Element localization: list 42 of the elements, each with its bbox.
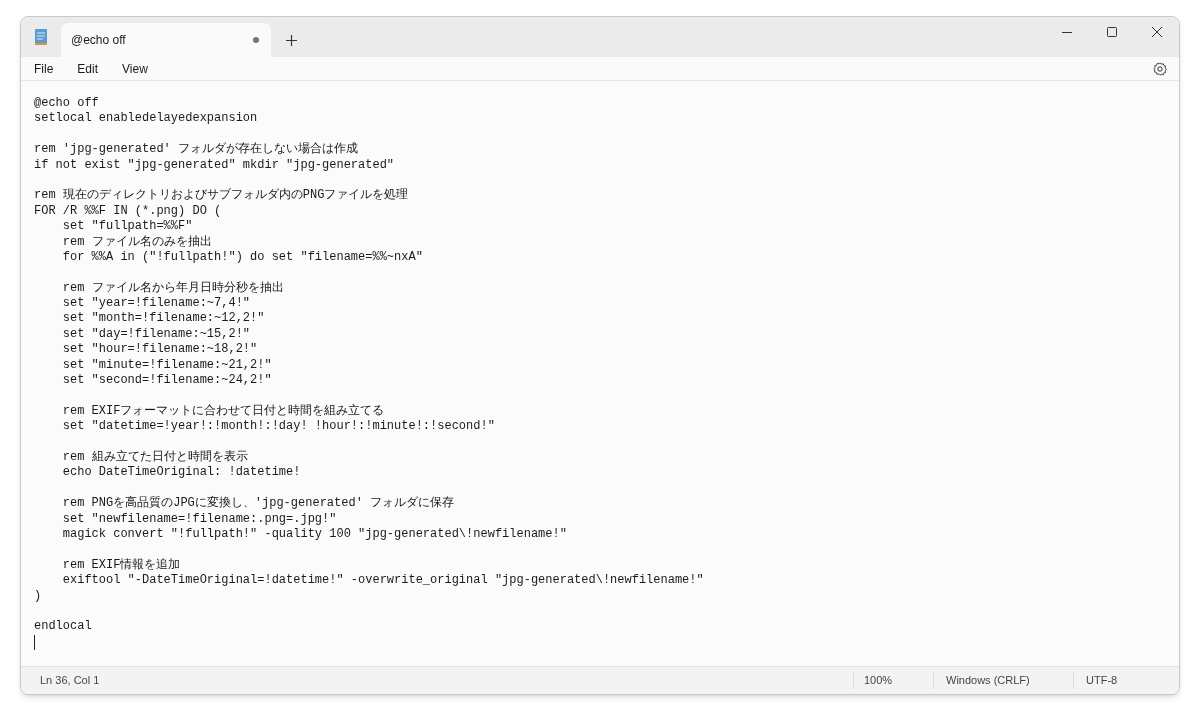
menu-item[interactable]: File	[25, 59, 63, 78]
code-line: rem ファイル名のみを抽出	[61, 234, 212, 250]
code-line: magick convert "!fullpath!" -quality 100 "jpg-generated\!newfilename!"	[61, 526, 567, 543]
maximize-icon[interactable]	[1106, 27, 1117, 37]
line-ending-status: Windows (CRLF)	[946, 674, 1030, 687]
code-line: endlocal	[34, 619, 92, 635]
code-line: rem 'jpg-generated' フォルダが存在しない場合は作成	[34, 142, 359, 158]
code-line: set "fullpath=%%F"	[61, 219, 193, 235]
code-line: )	[34, 588, 42, 604]
menu-item[interactable]: View	[113, 59, 157, 78]
code-line: @echo off	[34, 96, 99, 112]
code-line: rem EXIF情報を追加	[61, 557, 181, 574]
tab[interactable]: @echo off	[61, 23, 271, 57]
menu-item[interactable]: Edit	[68, 59, 108, 78]
code-line: echo DateTimeOriginal: !datetime!	[61, 465, 301, 481]
code-line: set "day=!filename:~15,2!"	[61, 326, 251, 343]
code-line: set "month=!filename:~12,2!"	[61, 311, 265, 327]
code-line: rem ファイル名から年月日時分秒を抽出	[61, 280, 284, 297]
code-line: FOR /R %%F IN (*.png) DO (	[34, 203, 222, 220]
code-line: set "second=!filename:~24,2!"	[61, 373, 272, 389]
code-line: for %%A in ("!fullpath!") do set "filename=%%~nxA"	[61, 249, 423, 266]
cursor-position: Ln 36, Col 1	[40, 674, 100, 687]
notepad-icon	[34, 28, 48, 46]
code-line: rem 組み立てた日付と時間を表示	[61, 450, 248, 466]
close-icon[interactable]	[1151, 27, 1162, 37]
code-line: rem EXIFフォーマットに合わせて日付と時間を組み立てる	[61, 403, 385, 420]
minimize-icon[interactable]	[1061, 31, 1072, 33]
code-line: if not exist "jpg-generated" mkdir "jpg-generated"	[34, 157, 395, 173]
code-line: rem 現在のディレクトリおよびサブフォルダ内のPNGファイルを処理	[34, 188, 409, 204]
code-line: set "datetime=!year!:!month!:!day! !hour!:!minute!:!second!"	[61, 419, 495, 435]
code-line: rem PNGを高品質のJPGに変換し、'jpg-generated' フォルダに保存	[61, 496, 455, 512]
code-line: exiftool "-DateTimeOriginal=!datetime!" -overwrite_original "jpg-generated\!newfilename!"	[61, 573, 704, 589]
code-line: setlocal enabledelayedexpansion	[34, 111, 258, 127]
code-line: set "minute=!filename:~21,2!"	[61, 357, 272, 374]
text-cursor	[34, 634, 35, 650]
zoom-level: 100%	[864, 674, 893, 687]
code-line: set "year=!filename:~7,4!"	[61, 296, 251, 312]
code-line: set "hour=!filename:~18,2!"	[61, 342, 258, 358]
code-line: set "newfilename=!filename:.png=.jpg!"	[61, 511, 337, 527]
new-tab-icon[interactable]	[285, 34, 297, 46]
encoding-status: UTF-8	[1086, 674, 1118, 687]
settings-icon[interactable]	[1153, 61, 1167, 76]
